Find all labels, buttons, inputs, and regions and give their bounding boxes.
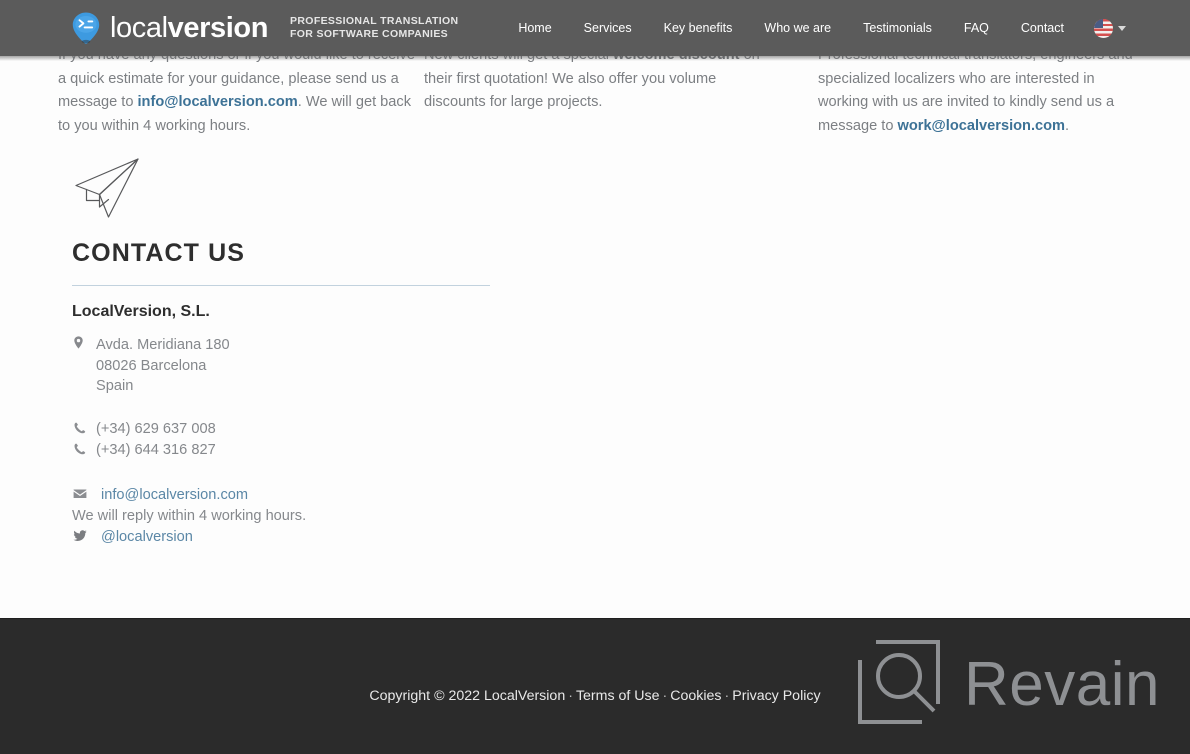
nav-item-who-we-are[interactable]: Who we are (748, 16, 847, 41)
email-link[interactable]: info@localversion.com (101, 485, 248, 506)
intro-col1-email-link[interactable]: info@localversion.com (138, 94, 298, 110)
nav-item-home[interactable]: Home (502, 16, 567, 41)
footer-copyright: Copyright © 2022 LocalVersion · Terms of U… (0, 686, 1190, 706)
intro-column-discount: New clients will get a special welcome d… (424, 44, 764, 138)
brand-tagline-line2: FOR SOFTWARE COMPANIES (290, 28, 449, 40)
footer-separator: · (662, 688, 668, 704)
copyright-text: Copyright © 2022 LocalVersion (369, 688, 566, 704)
brand-word-light: local (110, 11, 168, 44)
brand-wordmark: localversion (110, 11, 269, 44)
intro-column-questions: If you have any questions or if you woul… (58, 44, 418, 138)
intro-col3-part2: . (1065, 117, 1070, 134)
footer-link-terms[interactable]: Terms of Use (576, 688, 660, 704)
page-root: localversion PROFESSIONAL TRANSLATION FO… (0, 0, 1190, 754)
address-text: Avda. Meridiana 180 08026 Barcelona Spai… (96, 335, 230, 397)
paper-plane-icon (72, 155, 148, 221)
brand-tagline-line1: PROFESSIONAL TRANSLATION (290, 15, 459, 27)
nav-item-contact[interactable]: Contact (1005, 16, 1080, 41)
email-block: info@localversion.com We will reply with… (72, 485, 592, 548)
revain-watermark: Revain (856, 638, 1160, 731)
nav-item-faq[interactable]: FAQ (948, 16, 1005, 41)
footer-link-cookies[interactable]: Cookies (670, 688, 721, 704)
footer-separator: · (568, 688, 573, 704)
twitter-link[interactable]: @localversion (101, 527, 193, 548)
nav-item-services[interactable]: Services (568, 16, 648, 41)
address-block: Avda. Meridiana 180 08026 Barcelona Spai… (72, 335, 592, 397)
brand-tagline: PROFESSIONAL TRANSLATION FOR SOFTWARE CO… (290, 15, 458, 41)
footer-link-privacy[interactable]: Privacy Policy (732, 688, 820, 704)
title-divider (72, 285, 490, 286)
envelope-icon (72, 485, 101, 506)
intro-columns: If you have any questions or if you woul… (0, 44, 1190, 138)
address-line3: Spain (96, 378, 134, 394)
phone-number: (+34) 644 316 827 (96, 441, 216, 458)
main-navigation: Home Services Key benefits Who we are Te… (502, 15, 1132, 42)
site-header: localversion PROFESSIONAL TRANSLATION FO… (0, 0, 1190, 56)
revain-watermark-text: Revain (964, 649, 1160, 719)
twitter-row[interactable]: @localversion (72, 527, 592, 548)
page-title: CONTACT US (72, 239, 246, 267)
us-flag-icon (1094, 18, 1113, 38)
address-line1: Avda. Meridiana 180 (96, 337, 230, 353)
map-pin-icon (72, 335, 96, 356)
brand-word-bold: version (167, 11, 269, 44)
contact-section: CONTACT US LocalVersion, S.L. Avda. Meri… (72, 238, 592, 548)
reply-note: We will reply within 4 working hours. (72, 507, 307, 524)
address-line2: 08026 Barcelona (96, 357, 207, 374)
phone-row[interactable]: (+34) 644 316 827 (72, 440, 592, 461)
phone-icon (72, 440, 96, 461)
email-row[interactable]: info@localversion.com (72, 485, 592, 506)
revain-logo-icon (856, 638, 942, 731)
chevron-down-icon (1118, 25, 1126, 31)
twitter-icon (72, 527, 101, 548)
terminal-pin-icon (70, 11, 102, 45)
nav-item-testimonials[interactable]: Testimonials (847, 16, 948, 41)
phone-icon (72, 419, 96, 440)
nav-item-key-benefits[interactable]: Key benefits (648, 16, 749, 41)
intro-column-careers: Professional technical translators, engi… (818, 44, 1148, 138)
brand-logo[interactable]: localversion PROFESSIONAL TRANSLATION FO… (70, 11, 458, 45)
intro-col3-email-link[interactable]: work@localversion.com (898, 118, 1066, 134)
phone-list: (+34) 629 637 008 (+34) 644 316 827 (72, 419, 592, 461)
phone-row[interactable]: (+34) 629 637 008 (72, 419, 592, 440)
language-selector[interactable] (1080, 15, 1132, 42)
company-name: LocalVersion, S.L. (72, 303, 210, 320)
footer-separator: · (724, 688, 730, 704)
phone-number: (+34) 629 637 008 (96, 420, 216, 437)
